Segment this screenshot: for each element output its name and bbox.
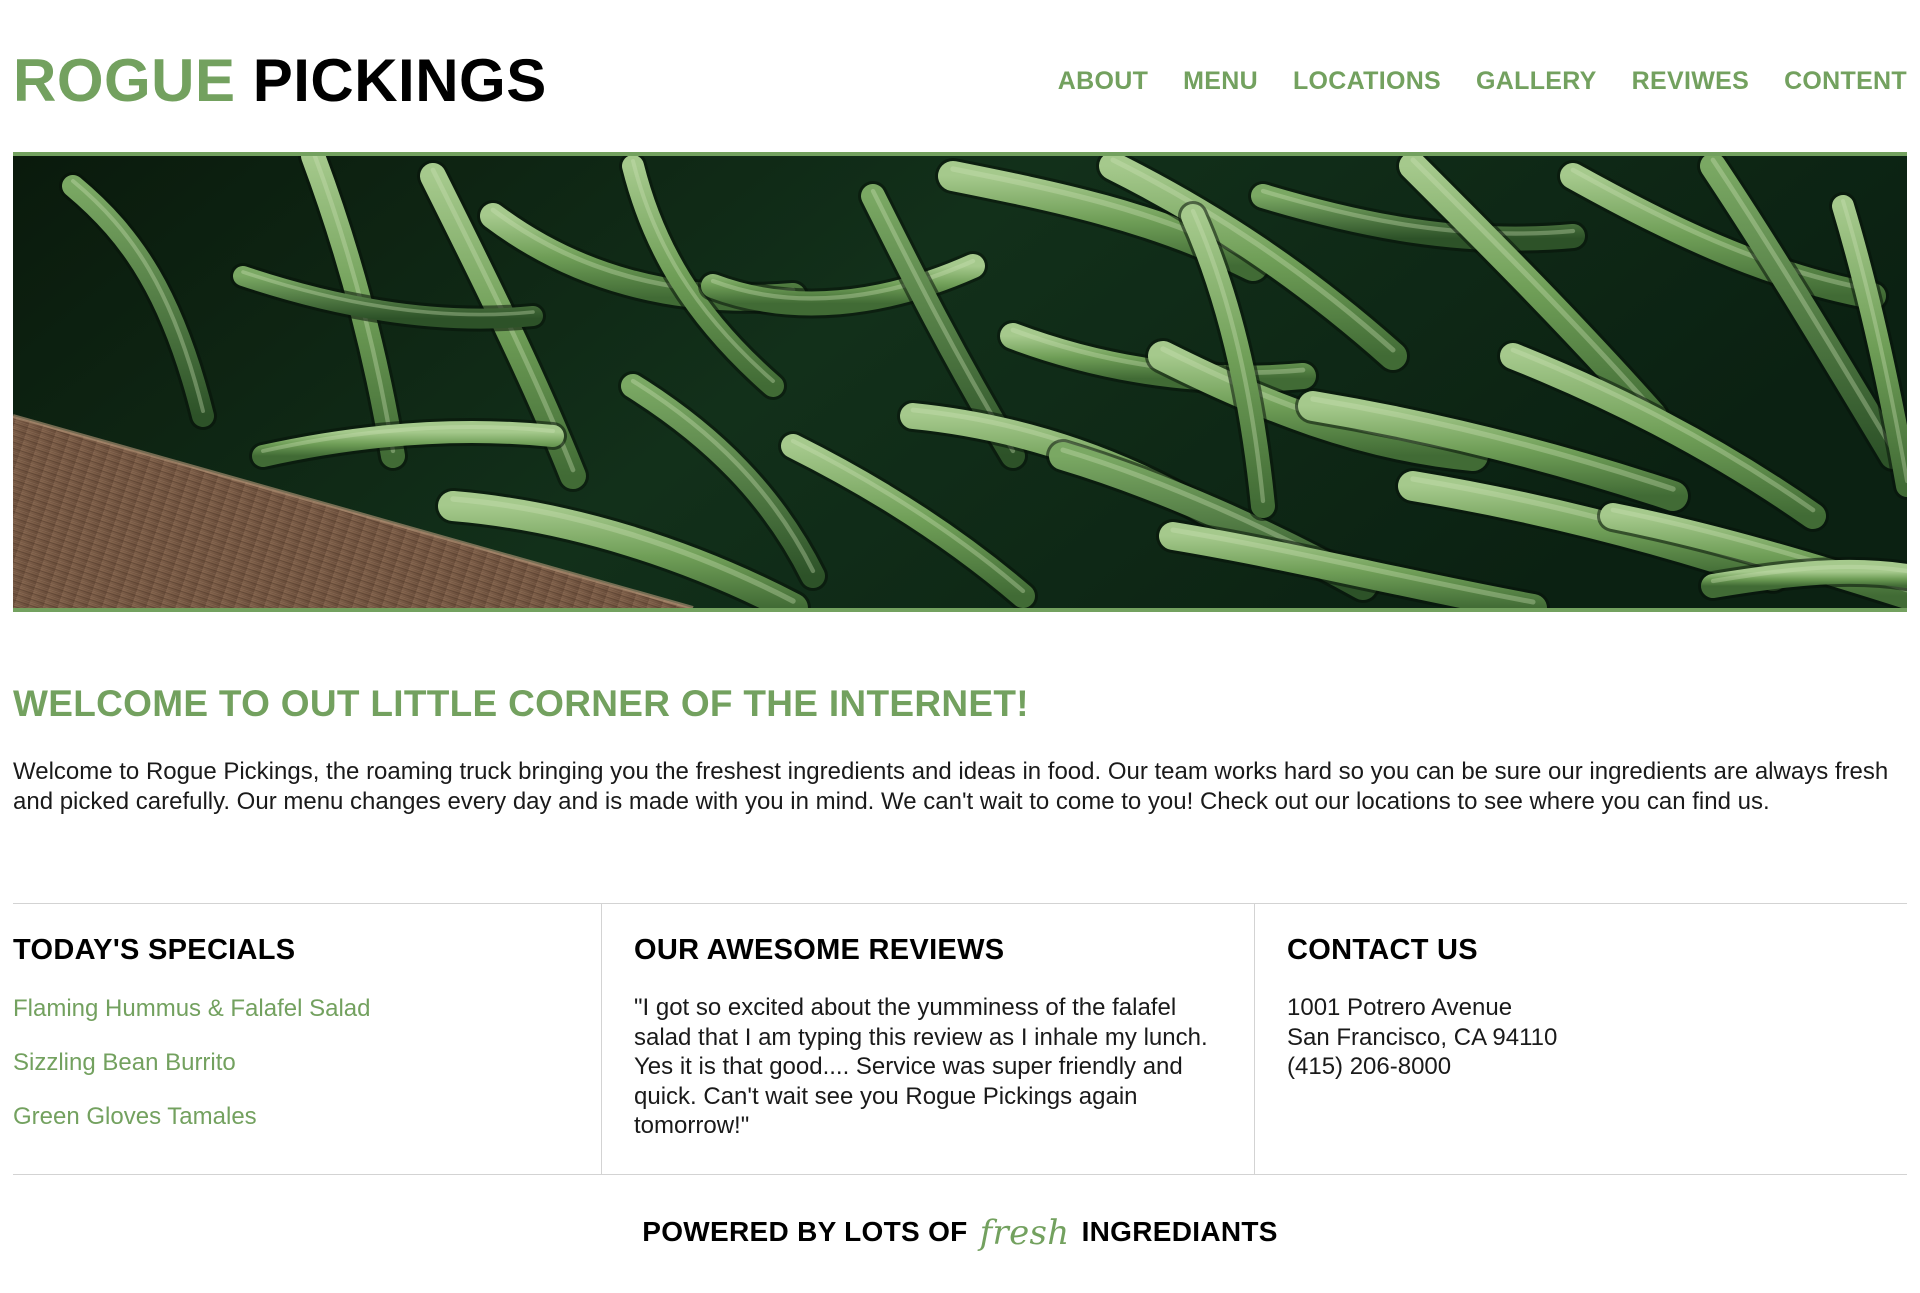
bean [1701,559,1907,598]
logo-word-pickings: PICKINGS [252,47,547,114]
special-item-tamales[interactable]: Green Gloves Tamales [13,1102,601,1131]
contact-address-line2: San Francisco, CA 94110 [1287,1023,1558,1051]
footer-fresh-script: fresh [979,1213,1070,1253]
info-columns: TODAY'S SPECIALS Flaming Hummus & Falafe… [13,903,1907,1175]
nav-reviews[interactable]: REVIWES [1632,66,1749,96]
site-logo[interactable]: ROGUE PICKINGS [13,47,547,115]
footer-suffix: INGREDIANTS [1081,1216,1278,1247]
nav-gallery[interactable]: GALLERY [1476,66,1597,96]
contact-address-line1: 1001 Potrero Avenue [1287,994,1513,1021]
reviews-section: OUR AWESOME REVIEWS "I got so excited ab… [601,904,1254,1174]
reviews-title: OUR AWESOME REVIEWS [634,934,1005,966]
logo-word-rogue: ROGUE [13,47,236,114]
nav-about[interactable]: ABOUT [1058,66,1148,96]
green-beans-image [13,156,1907,608]
main-nav: ABOUT MENU LOCATIONS GALLERY REVIWES CON… [1058,66,1907,96]
specials-list: Flaming Hummus & Falafel Salad Sizzling … [13,994,601,1131]
specials-title: TODAY'S SPECIALS [13,934,296,966]
nav-menu[interactable]: MENU [1183,66,1258,96]
hero-image [13,152,1907,612]
welcome-title: WELCOME TO OUT LITTLE CORNER OF THE INTE… [13,683,1029,724]
contact-details: 1001 Potrero Avenue San Francisco, CA 94… [1287,993,1907,1082]
site-footer: POWERED BY LOTS OF fresh INGREDIANTS [13,1210,1907,1253]
welcome-text: Welcome to Rogue Pickings, the roaming t… [13,758,1889,815]
specials-section: TODAY'S SPECIALS Flaming Hummus & Falafe… [13,904,601,1174]
contact-section: CONTACT US 1001 Potrero Avenue San Franc… [1254,904,1907,1174]
footer-prefix: POWERED BY LOTS OF [642,1216,968,1247]
page: ROGUE PICKINGS ABOUT MENU LOCATIONS GALL… [13,0,1907,1253]
site-header: ROGUE PICKINGS ABOUT MENU LOCATIONS GALL… [13,0,1907,152]
special-item-hummus-falafel[interactable]: Flaming Hummus & Falafel Salad [13,994,601,1023]
special-item-bean-burrito[interactable]: Sizzling Bean Burrito [13,1048,601,1077]
contact-phone[interactable]: (415) 206-8000 [1287,1052,1907,1082]
nav-content[interactable]: CONTENT [1784,66,1907,96]
nav-locations[interactable]: LOCATIONS [1293,66,1441,96]
contact-title: CONTACT US [1287,934,1478,966]
review-text: "I got so excited about the yumminess of… [634,994,1208,1139]
